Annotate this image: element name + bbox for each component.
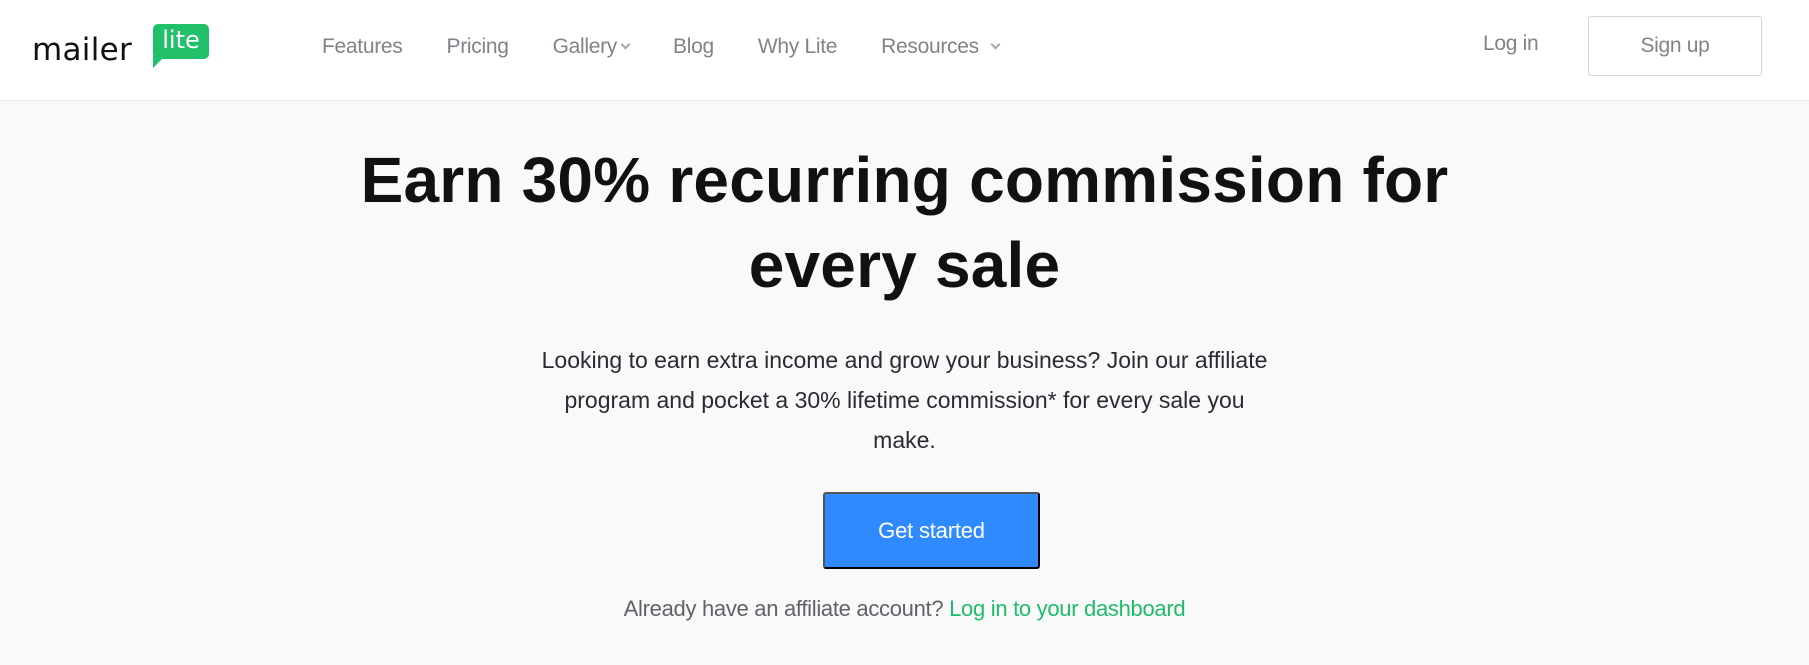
logo-speech-bubble-icon: lite xyxy=(153,24,209,59)
nav-blog[interactable]: Blog xyxy=(673,35,714,59)
hero-description-line: program and pocket a 30% lifetime commis… xyxy=(564,387,1245,413)
hero-description-line: Looking to earn extra income and grow yo… xyxy=(541,347,1268,373)
signup-button[interactable]: Sign up xyxy=(1588,16,1762,76)
dashboard-login-link[interactable]: Log in to your dashboard xyxy=(949,596,1186,621)
site-header: mailer lite Features Pricing Gallery Blo… xyxy=(0,0,1809,101)
logo-wordmark: mailer xyxy=(32,32,133,68)
nav-features[interactable]: Features xyxy=(322,35,403,59)
main-nav: Features Pricing Gallery Blog Why Lite R… xyxy=(322,32,1043,62)
nav-why-lite[interactable]: Why Lite xyxy=(757,35,838,59)
logo-badge-text: lite xyxy=(162,26,200,54)
nav-resources[interactable]: Resources xyxy=(881,35,1001,59)
nav-features-label: Features xyxy=(322,35,403,58)
nav-gallery[interactable]: Gallery xyxy=(552,35,631,59)
hero-description-line: make. xyxy=(873,427,936,453)
page-title-line: Earn 30% recurring commission for xyxy=(360,144,1449,216)
affiliate-login-prompt: Already have an affiliate account? Log i… xyxy=(0,596,1809,622)
affiliate-login-question: Already have an affiliate account? xyxy=(623,596,950,621)
nav-why-lite-label: Why Lite xyxy=(757,35,838,58)
mailerlite-logo[interactable]: mailer lite xyxy=(30,22,215,72)
login-link[interactable]: Log in xyxy=(1483,32,1539,56)
page-title: Earn 30% recurring commission for every … xyxy=(0,138,1809,308)
nav-gallery-label: Gallery xyxy=(552,35,618,58)
nav-pricing[interactable]: Pricing xyxy=(446,35,508,59)
hero-description: Looking to earn extra income and grow yo… xyxy=(0,340,1809,460)
page-title-line: every sale xyxy=(748,229,1061,301)
get-started-button[interactable]: Get started xyxy=(823,492,1040,569)
chevron-down-icon xyxy=(990,39,1001,50)
nav-resources-label: Resources xyxy=(881,35,979,58)
nav-blog-label: Blog xyxy=(673,35,714,58)
logo-bubble-tail xyxy=(153,56,165,68)
chevron-down-icon xyxy=(620,39,631,50)
nav-pricing-label: Pricing xyxy=(446,35,509,58)
